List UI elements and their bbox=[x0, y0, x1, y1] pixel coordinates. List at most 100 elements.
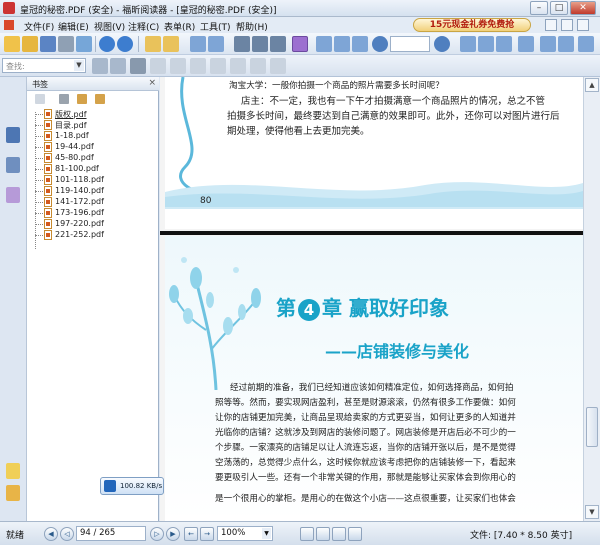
bookmarks-panel-icon[interactable] bbox=[6, 127, 20, 143]
chevron-down-icon[interactable]: ▼ bbox=[262, 528, 271, 539]
pdf-file-icon bbox=[44, 142, 52, 152]
find-toolbar: 查找: ▼ bbox=[0, 55, 600, 77]
close-button[interactable]: ✕ bbox=[570, 1, 596, 15]
rotate-icon[interactable] bbox=[270, 36, 286, 52]
pencil-tool-icon[interactable] bbox=[270, 58, 286, 74]
menu-tools[interactable]: 工具(T) bbox=[200, 20, 231, 33]
page-number-field[interactable]: 94 / 265 bbox=[76, 526, 146, 541]
bookmark-panel: 书签 × 版权.pdf 目录.pdf 1-18.pdf 19-44.pdf 45… bbox=[27, 77, 159, 521]
layers-panel-icon[interactable] bbox=[6, 485, 20, 501]
menu-help[interactable]: 帮助(H) bbox=[236, 20, 268, 33]
chevron-down-icon[interactable]: ▼ bbox=[74, 60, 84, 71]
zoom-field[interactable]: 100% ▼ bbox=[217, 526, 273, 541]
previous-page-icon[interactable] bbox=[99, 36, 115, 52]
continuous-facing-view-icon[interactable] bbox=[348, 527, 362, 541]
document-menu-icon[interactable] bbox=[4, 20, 14, 30]
open-icon[interactable] bbox=[4, 36, 20, 52]
note-icon[interactable] bbox=[558, 36, 574, 52]
minimize-button[interactable]: – bbox=[530, 1, 548, 15]
comments-panel-icon[interactable] bbox=[6, 187, 20, 203]
zoom-select[interactable] bbox=[390, 36, 430, 52]
annotation-tool-icon[interactable] bbox=[190, 58, 206, 74]
menu-view[interactable]: 视图(V) bbox=[94, 20, 125, 33]
zoom-value: 100% bbox=[221, 528, 246, 538]
find-next-icon[interactable] bbox=[110, 58, 126, 74]
more-tools-icon[interactable] bbox=[578, 36, 594, 52]
first-page-icon[interactable]: ◀ bbox=[44, 527, 58, 541]
next-page-icon[interactable] bbox=[117, 36, 133, 52]
undo-icon[interactable] bbox=[234, 36, 250, 52]
promo-banner[interactable]: 15元现金礼券免费抢 bbox=[413, 18, 531, 32]
fit-width-icon[interactable] bbox=[518, 36, 534, 52]
facing-view-icon[interactable] bbox=[332, 527, 346, 541]
menu-comment[interactable]: 注释(C) bbox=[128, 20, 159, 33]
marquee-zoom-icon[interactable] bbox=[316, 36, 332, 52]
pages-panel-icon[interactable] bbox=[6, 157, 20, 173]
next-page-icon[interactable]: ▷ bbox=[150, 527, 164, 541]
menu-file[interactable]: 文件(F) bbox=[24, 20, 54, 33]
underline-tool-icon[interactable] bbox=[230, 58, 246, 74]
status-ready: 就绪 bbox=[6, 531, 25, 541]
highlight-tool-icon[interactable] bbox=[210, 58, 226, 74]
single-page-icon[interactable] bbox=[460, 36, 476, 52]
search-input[interactable]: 查找: ▼ bbox=[2, 58, 86, 73]
sub-minimize-button[interactable] bbox=[545, 19, 557, 31]
hand-tool-icon[interactable] bbox=[292, 36, 308, 52]
maximize-button[interactable]: □ bbox=[550, 1, 568, 15]
title-bar: 皇冠的秘密.PDF (安全) - 福昕阅读器 - [皇冠的秘密.PDF (安全)… bbox=[0, 0, 600, 17]
chapter-title: 第4章 赢取好印象 bbox=[276, 292, 449, 321]
continuous-page-icon[interactable] bbox=[478, 36, 494, 52]
expand-all-icon[interactable] bbox=[35, 94, 45, 104]
navigation-panel-strip bbox=[0, 77, 27, 521]
menu-edit[interactable]: 编辑(E) bbox=[58, 20, 89, 33]
scroll-down-icon[interactable]: ▼ bbox=[585, 505, 599, 519]
attachments-panel-icon[interactable] bbox=[6, 463, 20, 479]
delete-icon[interactable] bbox=[59, 94, 69, 104]
save-icon[interactable] bbox=[40, 36, 56, 52]
chapter-paragraph-line: 照等等。然而，要实现网店盈利，甚至是财源滚滚，仍然有很多工作要做：如何 bbox=[215, 398, 516, 408]
sub-restore-button[interactable] bbox=[561, 19, 573, 31]
sub-close-button[interactable] bbox=[577, 19, 589, 31]
close-icon[interactable]: × bbox=[148, 78, 156, 88]
snapshot-icon[interactable] bbox=[208, 36, 224, 52]
typewriter-icon[interactable] bbox=[540, 36, 556, 52]
bookmark-options-icon[interactable] bbox=[95, 94, 105, 104]
back-arrow-icon[interactable] bbox=[145, 36, 161, 52]
download-speed-widget[interactable]: 100.82 KB/s bbox=[100, 477, 164, 495]
search-icon[interactable] bbox=[130, 58, 146, 74]
fit-page-icon[interactable] bbox=[352, 36, 368, 52]
facing-page-icon[interactable] bbox=[496, 36, 512, 52]
add-bookmark-icon[interactable] bbox=[77, 94, 87, 104]
single-page-view-icon[interactable] bbox=[300, 527, 314, 541]
prev-page-icon[interactable]: ◁ bbox=[60, 527, 74, 541]
main-toolbar bbox=[0, 33, 600, 55]
page80-line: 期处理，使得他看上去更加完美。 bbox=[227, 126, 370, 137]
text-tool-icon[interactable] bbox=[150, 58, 166, 74]
chapter-number-badge: 4 bbox=[298, 299, 320, 321]
email-icon[interactable] bbox=[76, 36, 92, 52]
back-view-icon[interactable]: ← bbox=[184, 527, 198, 541]
continuous-view-icon[interactable] bbox=[316, 527, 330, 541]
forward-arrow-icon[interactable] bbox=[163, 36, 179, 52]
zoom-out-icon[interactable] bbox=[372, 36, 388, 52]
forward-view-icon[interactable]: → bbox=[200, 527, 214, 541]
bookmark-panel-header: 书签 × bbox=[27, 77, 159, 91]
scroll-up-icon[interactable]: ▲ bbox=[585, 78, 599, 92]
menu-form[interactable]: 表单(R) bbox=[164, 20, 195, 33]
menu-bar: 文件(F) 编辑(E) 视图(V) 注释(C) 表单(R) 工具(T) 帮助(H… bbox=[0, 17, 600, 33]
loupe-icon[interactable] bbox=[334, 36, 350, 52]
image-tool-icon[interactable] bbox=[170, 58, 186, 74]
page80-line: 店主：不一定，我也有一下午才拍摄满意一个商品照片的情况，总之不管 bbox=[241, 96, 546, 107]
zoom-in-icon[interactable] bbox=[434, 36, 450, 52]
select-text-icon[interactable] bbox=[190, 36, 206, 52]
scrollbar-thumb[interactable] bbox=[586, 407, 598, 447]
vertical-scrollbar[interactable]: ▲ ▼ bbox=[583, 77, 600, 521]
pdf-file-icon bbox=[44, 219, 52, 229]
redo-icon[interactable] bbox=[252, 36, 268, 52]
last-page-icon[interactable]: ▶ bbox=[166, 527, 180, 541]
print-icon[interactable] bbox=[58, 36, 74, 52]
network-icon bbox=[104, 480, 116, 492]
open-folder-icon[interactable] bbox=[22, 36, 38, 52]
strikeout-tool-icon[interactable] bbox=[250, 58, 266, 74]
find-previous-icon[interactable] bbox=[92, 58, 108, 74]
